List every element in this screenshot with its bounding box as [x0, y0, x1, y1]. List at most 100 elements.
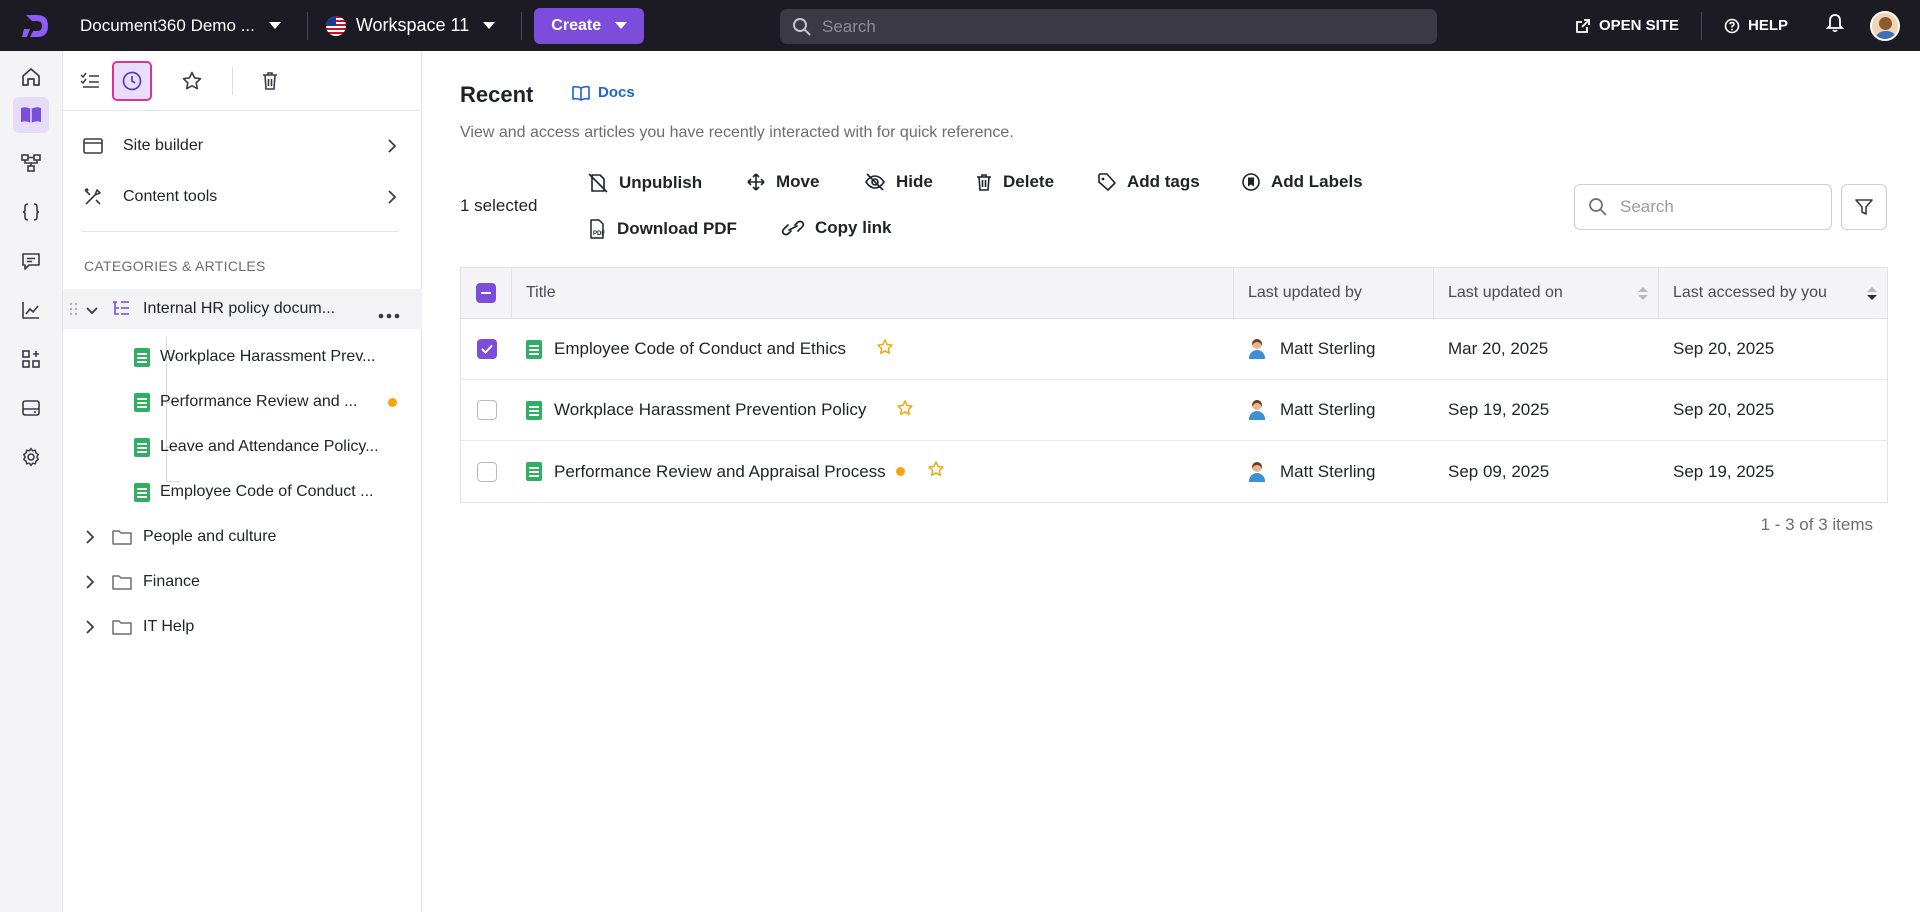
download-pdf-label: Download PDF [617, 219, 737, 238]
row-checkbox[interactable] [476, 461, 497, 482]
content-tools-item[interactable]: Content tools [81, 177, 401, 217]
drive-icon[interactable] [13, 390, 49, 426]
article-label: Leave and Attendance Policy... [160, 438, 379, 455]
docs-link-label: Docs [598, 84, 635, 101]
recent-clock-icon[interactable] [112, 61, 152, 101]
book-icon[interactable] [13, 97, 49, 133]
documents-sidebar: Site builder Content tools CATEGORIES & … [63, 51, 422, 912]
create-button[interactable]: Create [534, 7, 645, 44]
tree-view-icon[interactable] [70, 61, 110, 101]
tools-icon [81, 186, 105, 208]
table-row[interactable]: Employee Code of Conduct and Ethics Matt… [461, 319, 1887, 380]
hide-button[interactable]: Hide [864, 172, 933, 192]
chevron-down-icon [268, 22, 281, 29]
star-outline-icon[interactable] [896, 399, 914, 422]
unpublish-icon [588, 173, 608, 193]
column-header-label: Last updated on [1448, 284, 1563, 301]
workspace-name: Workspace 11 [355, 15, 470, 35]
project-selector[interactable]: Document360 Demo ... [80, 16, 281, 36]
table-row[interactable]: Performance Review and Appraisal Process… [461, 441, 1887, 502]
site-builder-item[interactable]: Site builder [81, 126, 401, 166]
article-label: Workplace Harassment Prev... [160, 348, 376, 365]
hide-label: Hide [896, 172, 933, 191]
category-internal-hr[interactable]: Internal HR policy docum... [63, 289, 422, 329]
trash-icon[interactable] [250, 61, 290, 101]
table-search[interactable] [1574, 184, 1832, 230]
chevron-right-icon[interactable] [85, 574, 95, 595]
article-title-link[interactable]: Employee Code of Conduct and Ethics [554, 339, 846, 359]
document-icon [134, 483, 150, 502]
filter-button[interactable] [1841, 184, 1887, 230]
global-search[interactable] [780, 9, 1437, 44]
document360-logo-icon[interactable] [18, 8, 54, 44]
tag-icon [1098, 173, 1116, 191]
unpublish-label: Unpublish [619, 173, 703, 192]
article-title-link[interactable]: Performance Review and Appraisal Process [554, 462, 886, 482]
download-pdf-button[interactable]: PDF Download PDF [587, 218, 737, 240]
copy-link-button[interactable]: Copy link [781, 218, 892, 238]
analytics-icon[interactable] [13, 292, 49, 328]
help-link[interactable]: HELP [1724, 17, 1788, 34]
apps-add-icon[interactable] [13, 341, 49, 377]
bell-icon[interactable] [1825, 13, 1845, 38]
settings-icon[interactable] [13, 439, 49, 475]
chevron-down-icon[interactable] [85, 303, 99, 321]
add-tags-label: Add tags [1127, 172, 1200, 191]
accessed-on: Sep 19, 2025 [1673, 461, 1775, 481]
recent-articles-table: Title Last updated by Last updated on La… [460, 267, 1888, 503]
article-label: Employee Code of Conduct ... [160, 483, 374, 500]
code-braces-icon[interactable] [13, 194, 49, 230]
workspace-selector[interactable]: Workspace 11 [325, 15, 496, 36]
article-item[interactable]: Performance Review and ... [63, 382, 422, 422]
user-avatar[interactable] [1870, 10, 1900, 41]
updated-on: Mar 20, 2025 [1448, 339, 1549, 358]
row-checkbox[interactable] [476, 339, 497, 359]
search-icon [1589, 198, 1607, 216]
folder-icon [111, 573, 133, 596]
add-tags-button[interactable]: Add tags [1097, 172, 1200, 192]
hierarchy-icon[interactable] [13, 145, 49, 181]
folder-label: Finance [143, 573, 200, 590]
star-outline-icon[interactable] [876, 338, 894, 361]
row-checkbox[interactable] [476, 400, 497, 420]
updated-on: Sep 09, 2025 [1448, 461, 1550, 481]
star-outline-icon[interactable] [927, 460, 945, 483]
sort-desc-icon[interactable] [1867, 287, 1877, 301]
column-header-updated-by[interactable]: Last updated by [1234, 268, 1434, 318]
divider [306, 11, 308, 40]
global-search-input[interactable] [822, 16, 1382, 37]
more-options-icon[interactable] [378, 306, 400, 324]
unpublish-button[interactable]: Unpublish [587, 172, 702, 194]
document-icon [134, 438, 150, 457]
left-icon-rail [0, 51, 63, 912]
column-header-updated-on[interactable]: Last updated on [1434, 268, 1659, 318]
table-search-input[interactable] [1620, 197, 1820, 217]
document-icon [526, 400, 542, 420]
open-site-link[interactable]: OPEN SITE [1575, 17, 1679, 34]
folder-finance[interactable]: Finance [63, 562, 422, 602]
chevron-down-icon [615, 22, 628, 29]
article-item[interactable]: Workplace Harassment Prev... [63, 337, 422, 377]
move-button[interactable]: Move [746, 172, 819, 192]
drag-handle-icon[interactable] [69, 302, 79, 321]
table-header: Title Last updated by Last updated on La… [461, 268, 1887, 319]
table-row[interactable]: Workplace Harassment Prevention Policy M… [461, 380, 1887, 441]
chevron-right-icon[interactable] [85, 619, 95, 640]
link-icon [781, 220, 805, 236]
sort-icon[interactable] [1638, 287, 1648, 301]
column-header-title[interactable]: Title [512, 268, 1234, 318]
select-all-checkbox[interactable] [476, 283, 496, 303]
folder-people-and-culture[interactable]: People and culture [63, 517, 422, 557]
article-item[interactable]: Leave and Attendance Policy... [63, 427, 422, 467]
chevron-right-icon[interactable] [85, 529, 95, 550]
article-title-link[interactable]: Workplace Harassment Prevention Policy [554, 400, 866, 420]
article-item[interactable]: Employee Code of Conduct ... [63, 472, 422, 512]
column-header-accessed[interactable]: Last accessed by you [1659, 268, 1887, 318]
home-icon[interactable] [13, 59, 49, 95]
docs-link[interactable]: Docs [572, 84, 635, 101]
folder-it-help[interactable]: IT Help [63, 607, 422, 647]
star-icon[interactable] [172, 61, 212, 101]
delete-button[interactable]: Delete [975, 172, 1054, 192]
add-labels-button[interactable]: Add Labels [1241, 172, 1363, 192]
comment-icon[interactable] [13, 243, 49, 279]
